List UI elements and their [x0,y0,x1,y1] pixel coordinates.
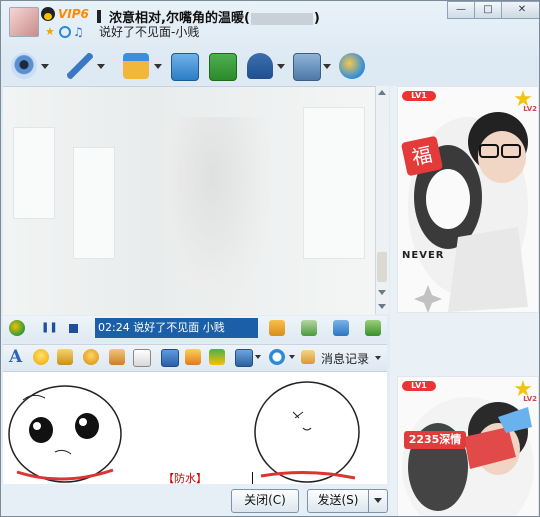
watermark-tag: 【防水】 [163,472,207,484]
add-group-icon [209,53,237,81]
chevron-down-icon[interactable] [289,355,295,359]
chevron-down-icon[interactable] [323,64,331,69]
shake-icon[interactable] [83,349,99,365]
history-scrollbar[interactable] [375,86,389,314]
contact-signature: 说好了不见面-小贱 [99,25,200,39]
close-window-button[interactable]: ✕ [501,1,539,19]
voice-chat-button[interactable] [65,51,105,81]
settings-button[interactable] [293,51,333,81]
title-bar: VIP6 浓意相对,尔嘴角的温暖() ★ ♫ 说好了不见面-小贱 — □ ✕ [1,1,539,41]
contact-avatar[interactable] [9,7,39,37]
maximize-button[interactable]: □ [474,1,502,19]
background-decoration [13,127,55,219]
text-caret [252,472,253,484]
voice-message-icon[interactable] [109,349,125,365]
stop-icon[interactable] [69,324,78,333]
qq-penguin-icon [41,7,55,21]
status-icons: ★ ♫ [45,24,87,38]
music-logo-icon[interactable] [9,320,25,336]
bottom-bar: 关闭(C) 发送(S) [3,485,388,515]
pause-icon[interactable]: ❚❚ [41,322,58,333]
music-share-icon[interactable] [185,349,201,365]
input-background-art [8,381,360,483]
soso-icon[interactable] [269,349,285,365]
emoticon-icon[interactable] [33,349,49,365]
search-icon[interactable] [59,25,71,38]
chat-window: VIP6 浓意相对,尔嘴角的温暖() ★ ♫ 说好了不见面-小贱 — □ ✕ ❚… [0,0,540,517]
star-icon[interactable]: ★ [45,25,57,38]
cartoon-face-right [254,381,360,483]
chevron-down-icon[interactable] [154,64,162,69]
chevron-down-icon[interactable] [41,64,49,69]
background-decoration [303,107,365,259]
vip-badge: VIP6 [58,7,89,21]
redacted-id [250,12,313,25]
chevron-down-icon[interactable] [375,356,381,360]
screenshot-icon[interactable] [235,349,253,367]
message-record-button[interactable]: 消息记录 [321,350,369,367]
background-decoration [73,147,115,259]
scroll-thumb[interactable] [377,252,387,282]
music-note-icon[interactable]: ♫ [73,26,85,38]
song-share-icon[interactable] [269,320,285,336]
scroll-down-icon[interactable] [378,304,386,309]
contact-show-bottom[interactable]: LV1 ★ LV2 2235深情 [397,376,539,516]
now-playing-text: 02:24 说好了不见面 小贱 [95,318,258,338]
show-panel: LV1 ★ LV2 福 NEVER LV1 ★ LV2 2235深情 [390,86,539,516]
video-chat-button[interactable] [9,51,49,81]
music-library-icon[interactable] [333,320,349,336]
email-icon [171,53,199,81]
send-picture-icon[interactable] [161,349,179,367]
app-button[interactable] [339,51,367,81]
main-toolbar [9,51,389,85]
cartoon-face-left [8,385,122,483]
folder-icon [123,53,149,79]
contact-show-illustration [408,112,528,312]
close-button[interactable]: 关闭(C) [231,489,299,513]
minimize-button[interactable]: — [447,1,475,19]
show-caption: NEVER [402,250,445,261]
remote-assist-icon [247,53,273,79]
deep-love-badge: 2235深情 [404,431,466,449]
chevron-down-icon[interactable] [255,355,261,359]
gift-icon[interactable] [209,349,225,365]
font-icon[interactable]: A [9,347,22,367]
input-toolbar: A 消息记录 [3,344,387,372]
playlist-icon[interactable] [301,320,317,336]
chat-history[interactable] [3,86,375,315]
message-input[interactable]: 【防水】 [3,372,387,484]
level-badge: LV1 [402,381,436,391]
remote-assist-button[interactable] [247,51,287,81]
microphone-icon [67,53,93,79]
magic-emoticon-icon[interactable] [57,349,73,365]
app-icon [339,53,365,79]
chevron-down-icon[interactable] [277,64,285,69]
scroll-down-icon[interactable] [378,290,386,295]
scroll-up-icon[interactable] [378,90,386,95]
contact-name-suffix: ) [313,11,320,26]
create-group-button[interactable] [209,51,237,81]
scribble-icon[interactable] [133,349,151,367]
send-button[interactable]: 发送(S) [307,489,369,513]
contact-show-top[interactable]: LV1 ★ LV2 福 NEVER [397,86,539,313]
settings-icon [293,53,321,81]
chevron-down-icon [374,498,382,503]
send-file-button[interactable] [121,51,163,81]
star-level-label: LV2 [523,395,537,403]
level-badge: LV1 [402,91,436,101]
chevron-down-icon[interactable] [97,64,105,69]
star-level-label: LV2 [523,105,537,113]
message-record-icon[interactable] [301,350,315,364]
export-icon[interactable] [365,320,381,336]
video-chat-icon [11,53,37,79]
send-options-button[interactable] [368,489,388,513]
music-bar: ❚❚ 02:24 说好了不见面 小贱 [3,316,387,342]
status-bar-icon [97,10,101,23]
send-email-button[interactable] [171,51,199,81]
background-photo [153,117,273,315]
